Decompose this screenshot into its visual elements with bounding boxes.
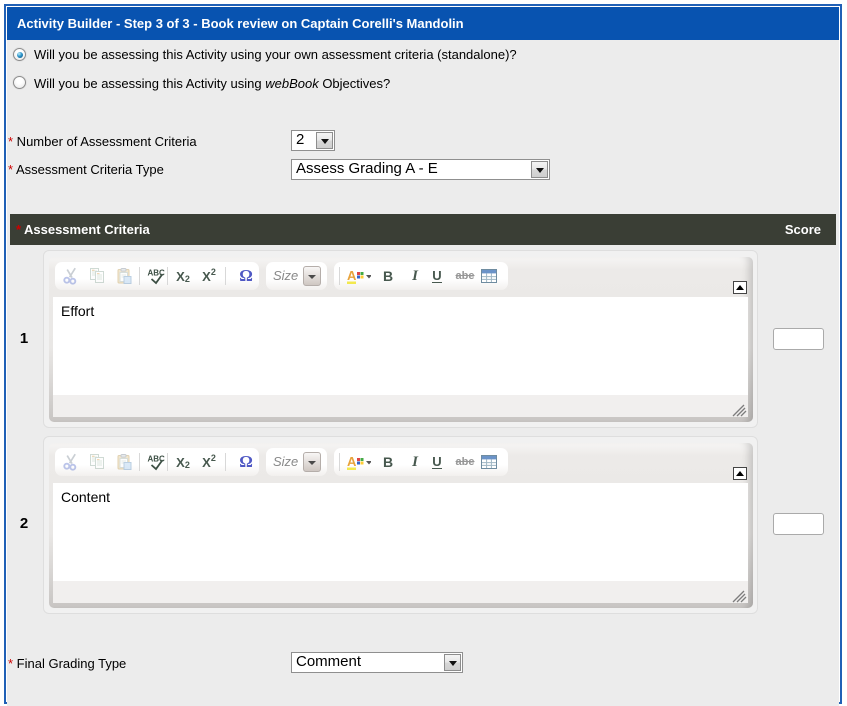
svg-text:ABC: ABC: [147, 454, 165, 463]
svg-text:A: A: [347, 268, 357, 283]
svg-text:ABC: ABC: [147, 268, 165, 277]
svg-text:A: A: [347, 454, 357, 469]
